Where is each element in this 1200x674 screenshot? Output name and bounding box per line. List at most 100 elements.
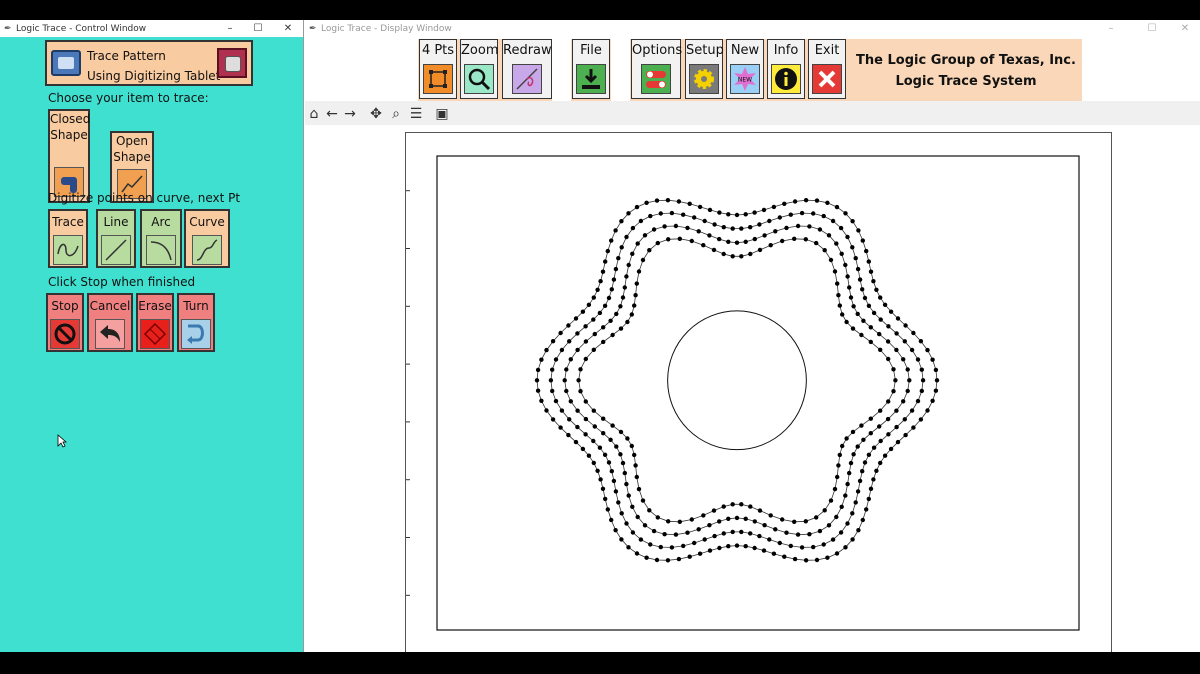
trace-point	[868, 416, 873, 421]
trace-point	[685, 225, 690, 231]
maximize-icon[interactable]: ☐	[244, 20, 272, 37]
curve-button[interactable]: Curve	[184, 209, 230, 268]
minimize-icon[interactable]: –	[216, 20, 244, 37]
trace-point	[909, 408, 915, 413]
app-feather-icon-2: ✒	[309, 23, 317, 34]
turn-button[interactable]: Turn	[177, 293, 215, 352]
trace-point	[624, 274, 629, 279]
trace-button[interactable]: Trace	[48, 209, 88, 268]
trace-point	[601, 416, 606, 421]
trace-point	[618, 429, 624, 435]
trace-pattern-button[interactable]: Trace Pattern Using Digitizing Tablet	[45, 40, 253, 86]
forward-icon[interactable]: →	[341, 105, 359, 123]
trace-point	[619, 219, 624, 224]
trace-point	[933, 367, 939, 373]
close-window-icon[interactable]: ✕	[274, 20, 302, 37]
trace-point	[632, 452, 637, 458]
trace-point	[707, 207, 713, 213]
redraw-button[interactable]: Redraw	[502, 39, 552, 99]
trace-point	[788, 212, 793, 217]
trace-point	[608, 437, 613, 442]
trace-point	[568, 399, 573, 404]
trace-point	[564, 367, 569, 372]
trace-point	[868, 431, 873, 436]
trace-point	[811, 544, 816, 550]
trace-point	[862, 460, 868, 465]
display-maximize-icon[interactable]: ☐	[1138, 20, 1166, 37]
trace-point	[850, 537, 855, 542]
setup-button[interactable]: Setup	[685, 39, 724, 99]
options-button[interactable]: Options	[631, 39, 682, 99]
trace-point	[859, 423, 864, 428]
trace-point	[595, 287, 600, 292]
trace-point	[895, 439, 901, 445]
erase-icon	[140, 319, 170, 349]
trace-point	[834, 551, 840, 556]
trace-point	[601, 339, 606, 345]
trace-point	[625, 319, 630, 325]
zoom-button[interactable]: Zoom	[460, 39, 498, 99]
trace-point	[903, 432, 908, 438]
trace-point	[638, 218, 644, 224]
erase-button[interactable]: Erase	[136, 293, 174, 352]
info-button[interactable]: Info	[767, 39, 805, 99]
four-points-icon	[423, 64, 453, 94]
trace-point	[780, 517, 785, 522]
mouse-cursor-icon	[57, 434, 68, 451]
save-icon[interactable]: ▣	[433, 105, 451, 123]
cancel-label: Cancel	[89, 299, 131, 313]
trace-point	[550, 367, 555, 372]
display-minimize-icon[interactable]: –	[1097, 20, 1125, 37]
trace-point	[845, 234, 850, 240]
configure-icon[interactable]: ☰	[407, 105, 425, 123]
trace-point	[894, 347, 899, 353]
trace-point	[839, 251, 844, 256]
trace-point	[566, 323, 571, 328]
new-button[interactable]: New NEW	[726, 39, 764, 99]
trace-point	[895, 316, 901, 321]
trace-point	[855, 311, 860, 317]
exit-button[interactable]: Exit	[808, 39, 846, 99]
trace-point	[636, 269, 642, 274]
trace-plot[interactable]: 20.017.515.012.510.07.55.02.5	[382, 133, 1111, 653]
trace-point	[752, 210, 757, 215]
trace-point	[640, 498, 646, 503]
trace-point	[894, 331, 899, 336]
home-icon[interactable]: ⌂	[305, 105, 323, 123]
trace-point	[535, 388, 541, 393]
arc-label: Arc	[151, 215, 171, 229]
stop-button[interactable]: Stop	[46, 293, 84, 352]
trace-point	[640, 257, 646, 263]
trace-point	[568, 357, 573, 362]
trace-point	[634, 474, 639, 480]
download-icon	[576, 64, 606, 94]
trace-point	[726, 516, 731, 521]
trace-point	[868, 339, 873, 345]
pan-icon[interactable]: ✥	[367, 105, 385, 123]
trace-point	[894, 424, 899, 430]
trace-point	[767, 218, 772, 224]
zoom-icon[interactable]: ⌕	[387, 105, 405, 123]
company-name: The Logic Group of Texas, Inc.	[856, 53, 1076, 68]
trace-point	[853, 500, 858, 505]
four-points-button[interactable]: 4 Pts	[419, 39, 457, 99]
trace-point	[603, 259, 608, 264]
arc-button[interactable]: Arc	[140, 209, 182, 268]
trace-point	[795, 532, 801, 537]
display-close-icon[interactable]: ✕	[1171, 20, 1199, 37]
trace-point	[580, 446, 586, 452]
back-icon[interactable]: ←	[323, 105, 341, 123]
trace-point	[843, 493, 848, 498]
trace-point	[685, 530, 690, 535]
trace-point	[630, 530, 636, 535]
trace-point	[711, 247, 717, 253]
closed-shape-button[interactable]: Closed Shape	[48, 109, 90, 203]
file-button[interactable]: File	[572, 39, 610, 99]
trace-point	[717, 519, 722, 524]
trace-point	[868, 486, 874, 491]
trace-point	[807, 532, 812, 537]
line-button[interactable]: Line	[96, 209, 136, 268]
trace-point	[734, 212, 740, 218]
file-label: File	[580, 43, 602, 58]
cancel-button[interactable]: Cancel	[87, 293, 133, 352]
